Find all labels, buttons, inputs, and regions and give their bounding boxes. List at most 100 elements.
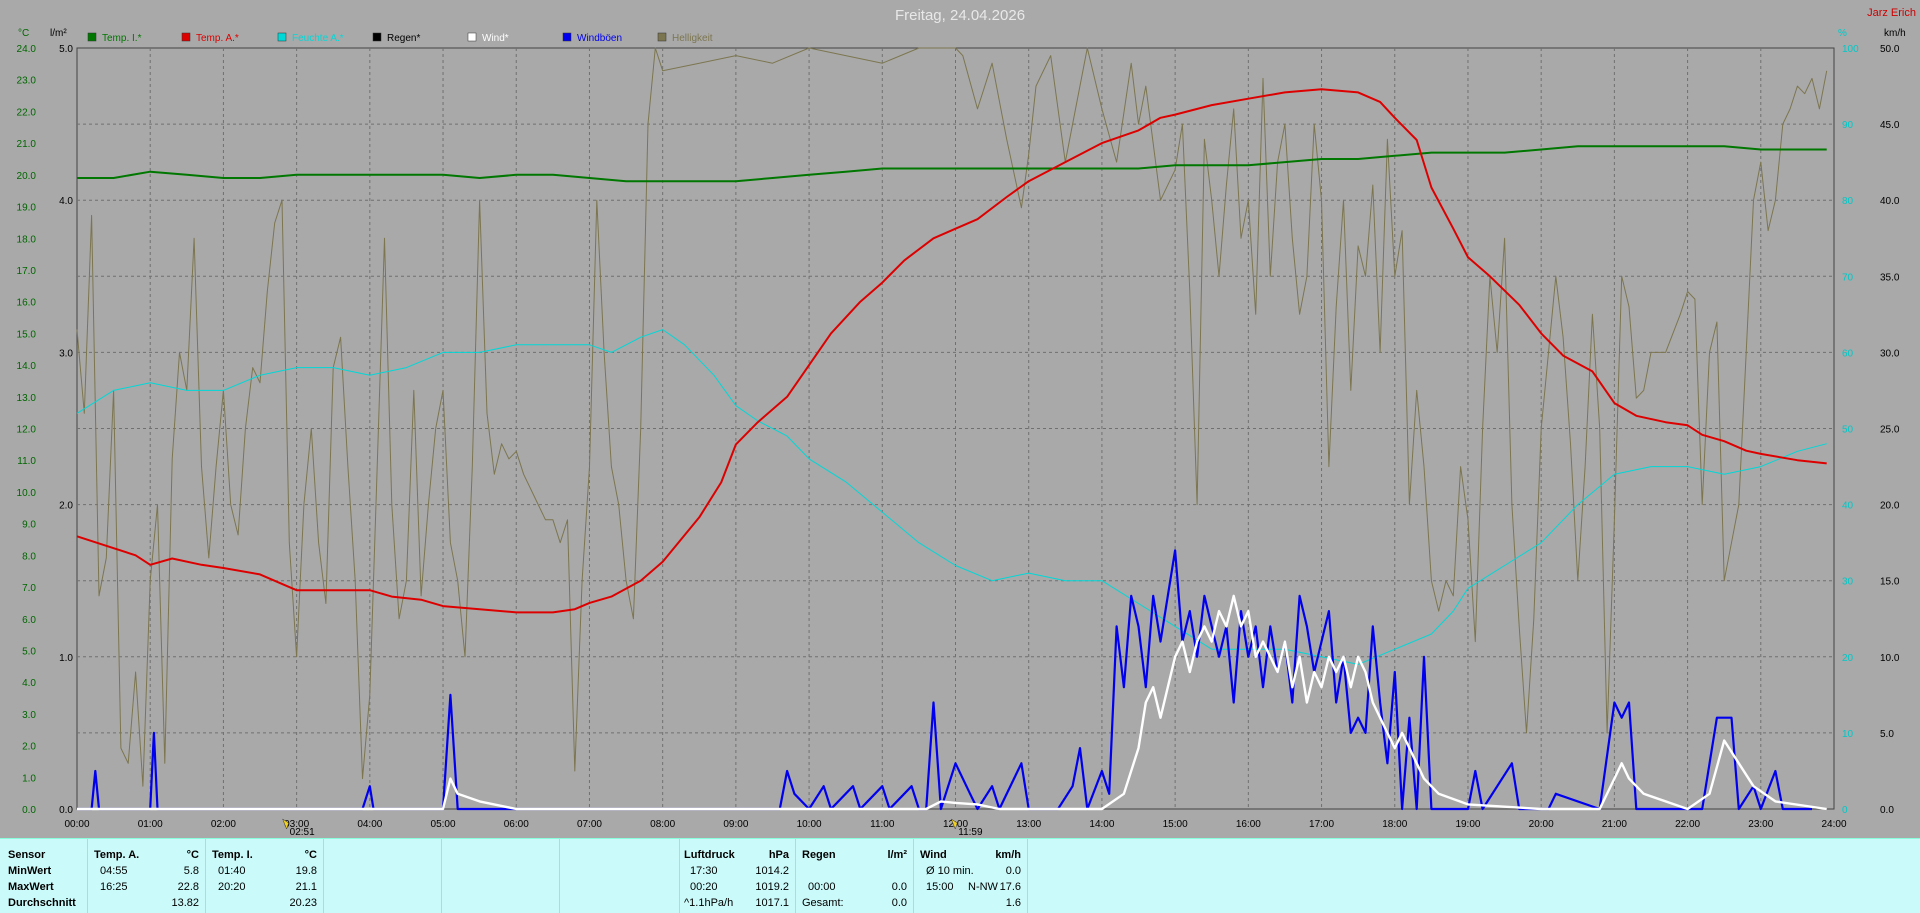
- temp-a-name: Temp. A.: [94, 849, 140, 861]
- humidity-tick-label: 70: [1842, 272, 1854, 283]
- luftdruck-trend: ^1.1hPa/h: [684, 897, 734, 909]
- axis-unit-temp: °C: [18, 28, 29, 39]
- humidity-tick-label: 100: [1842, 44, 1859, 55]
- legend-swatch: [277, 32, 287, 42]
- author-label: Jarz Erich: [1867, 7, 1916, 19]
- regen-max: 0.0: [891, 881, 907, 893]
- stats-col-labels: Sensor MinWert MaxWert Durchschnitt: [0, 839, 88, 913]
- regen-max-time: 00:00: [808, 881, 836, 893]
- time-tick-label: 22:00: [1675, 819, 1700, 830]
- wind-unit: km/h: [995, 849, 1021, 861]
- wind-tick-label: 50.0: [1880, 44, 1900, 55]
- wind-tick-label: 20.0: [1880, 501, 1900, 512]
- rain-tick-label: 0.0: [59, 805, 73, 816]
- time-tick-label: 20:00: [1529, 819, 1554, 830]
- wind-tick-label: 5.0: [1880, 729, 1894, 740]
- humidity-tick-label: 60: [1842, 348, 1854, 359]
- time-tick-label: 02:00: [211, 819, 236, 830]
- humidity-tick-label: 80: [1842, 196, 1854, 207]
- temp-a-min: 5.8: [183, 865, 199, 877]
- humidity-tick-label: 30: [1842, 577, 1854, 588]
- temp-i-avg: 20.23: [289, 897, 317, 909]
- luftdruck-min-time: 17:30: [690, 865, 718, 877]
- legend-label: Feuchte A.*: [292, 33, 344, 44]
- time-tick-label: 01:00: [138, 819, 163, 830]
- temp-tick-label: 10.0: [17, 488, 37, 499]
- temp-a-max: 22.8: [177, 881, 199, 893]
- wind-max-dir: N-NW: [968, 881, 998, 893]
- time-tick-label: 00:00: [64, 819, 89, 830]
- legend-label: Temp. I.*: [102, 33, 142, 44]
- rain-tick-label: 4.0: [59, 196, 73, 207]
- temp-tick-label: 6.0: [22, 615, 36, 626]
- luftdruck-avg: 1017.1: [755, 897, 789, 909]
- time-tick-label: 13:00: [1016, 819, 1041, 830]
- wind-name: Wind: [920, 849, 947, 861]
- stats-col-rest: [1028, 839, 1920, 913]
- time-tick-label: 17:00: [1309, 819, 1334, 830]
- time-tick-label: 15:00: [1163, 819, 1188, 830]
- stats-col-temp-a: Temp. A. °C 04:55 5.8 16:25 22.8 13.82: [88, 839, 206, 913]
- wind-avg10-label: Ø 10 min.: [926, 865, 974, 877]
- time-tick-label: 07:00: [577, 819, 602, 830]
- legend-swatch: [467, 32, 477, 42]
- stats-col-empty-2: [442, 839, 560, 913]
- legend-label: Temp. A.*: [196, 33, 239, 44]
- marker-label: 11:59: [958, 827, 983, 838]
- axis-unit-wind: km/h: [1884, 28, 1906, 39]
- time-tick-label: 06:00: [504, 819, 529, 830]
- temp-tick-label: 0.0: [22, 805, 36, 816]
- time-tick-label: 11:00: [870, 819, 895, 830]
- regen-name: Regen: [802, 849, 836, 861]
- stats-col-empty-1: [324, 839, 442, 913]
- wind-tick-label: 30.0: [1880, 348, 1900, 359]
- luftdruck-max-time: 00:20: [690, 881, 718, 893]
- luftdruck-unit: hPa: [768, 849, 789, 861]
- regen-total: 0.0: [891, 897, 907, 909]
- regen-total-label: Gesamt:: [802, 897, 844, 909]
- temp-tick-label: 9.0: [22, 520, 36, 531]
- wind-max: 17.6: [999, 881, 1021, 893]
- axis-unit-rain: l/m²: [50, 28, 67, 39]
- time-tick-label: 24:00: [1821, 819, 1846, 830]
- temp-i-name: Temp. I.: [212, 849, 253, 861]
- row-label-avg: Durchschnitt: [8, 897, 76, 909]
- wind-tick-label: 0.0: [1880, 805, 1894, 816]
- rain-tick-label: 3.0: [59, 348, 73, 359]
- temp-tick-label: 7.0: [22, 583, 36, 594]
- row-label-min: MinWert: [8, 865, 52, 877]
- rain-tick-label: 5.0: [59, 44, 73, 55]
- chart-title: Freitag, 24.04.2026: [895, 7, 1025, 24]
- temp-tick-label: 11.0: [17, 456, 36, 467]
- regen-unit: l/m²: [887, 849, 907, 861]
- stats-col-temp-i: Temp. I. °C 01:40 19.8 20:20 21.1 20.23: [206, 839, 324, 913]
- temp-i-min: 19.8: [295, 865, 317, 877]
- wind-tick-label: 25.0: [1880, 425, 1900, 436]
- wind-tick-label: 15.0: [1880, 577, 1900, 588]
- legend-label: Helligkeit: [672, 33, 713, 44]
- time-tick-label: 04:00: [357, 819, 382, 830]
- wind-tick-label: 45.0: [1880, 120, 1900, 131]
- legend-swatch: [181, 32, 191, 42]
- row-label-max: MaxWert: [8, 881, 54, 893]
- stats-col-regen: Regen l/m² 00:00 0.0 Gesamt: 0.0: [796, 839, 914, 913]
- rain-tick-label: 2.0: [59, 501, 73, 512]
- temp-i-unit: °C: [304, 849, 317, 861]
- legend-swatch: [87, 32, 97, 42]
- time-tick-label: 08:00: [650, 819, 675, 830]
- legend-swatch: [562, 32, 572, 42]
- temp-tick-label: 12.0: [17, 425, 37, 436]
- humidity-tick-label: 40: [1842, 501, 1854, 512]
- wind-tick-label: 35.0: [1880, 272, 1900, 283]
- temp-tick-label: 2.0: [22, 742, 36, 753]
- humidity-tick-label: 0: [1842, 805, 1848, 816]
- temp-tick-label: 23.0: [17, 76, 37, 87]
- time-tick-label: 23:00: [1748, 819, 1773, 830]
- time-tick-label: 09:00: [723, 819, 748, 830]
- temp-tick-label: 24.0: [17, 44, 37, 55]
- rain-tick-label: 1.0: [59, 653, 73, 664]
- humidity-tick-label: 10: [1842, 729, 1854, 740]
- legend-swatch: [372, 32, 382, 42]
- wind-avg: 1.6: [1005, 897, 1021, 909]
- temp-tick-label: 14.0: [17, 361, 37, 372]
